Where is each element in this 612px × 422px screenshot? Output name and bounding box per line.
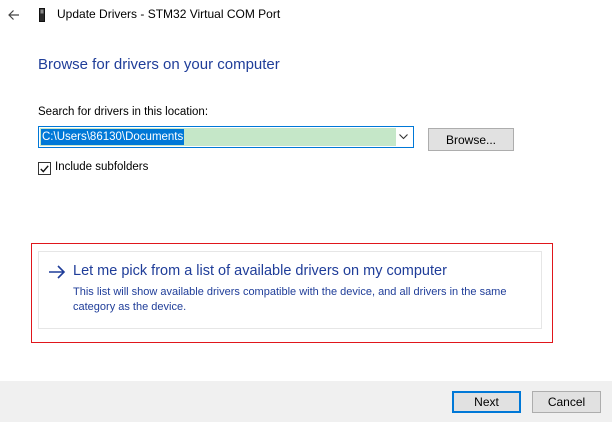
include-subfolders-label[interactable]: Include subfolders [55,161,148,173]
dialog-footer: Next Cancel [0,381,612,422]
browse-button[interactable]: Browse... [428,128,514,151]
driver-path-combobox[interactable]: C:\Users\86130\Documents [38,126,414,148]
chevron-down-icon [398,134,408,140]
checkmark-icon [40,164,49,173]
pick-option-description: This list will show available drivers co… [73,286,507,313]
search-location-label: Search for drivers in this location: [38,106,209,118]
back-button[interactable] [4,5,24,25]
cancel-button[interactable]: Cancel [532,391,601,413]
dropdown-button[interactable] [395,128,411,146]
include-subfolders-checkbox[interactable] [38,162,51,175]
page-heading: Browse for drivers on your computer [38,56,280,73]
next-button[interactable]: Next [452,391,521,413]
pick-driver-from-list-option[interactable]: Let me pick from a list of available dri… [38,251,542,329]
pick-option-title: Let me pick from a list of available dri… [73,263,447,279]
back-arrow-icon [8,10,19,20]
window-title: Update Drivers - STM32 Virtual COM Port [57,7,281,21]
right-arrow-icon [49,265,66,279]
title-bar: Update Drivers - STM32 Virtual COM Port [0,0,612,30]
path-input-value[interactable]: C:\Users\86130\Documents [41,129,185,145]
usb-device-icon [39,8,45,22]
